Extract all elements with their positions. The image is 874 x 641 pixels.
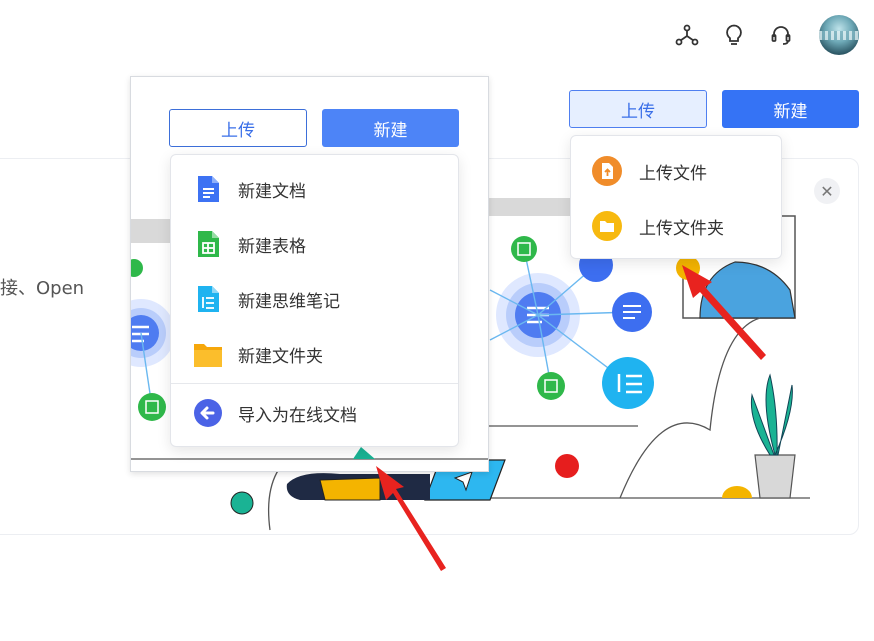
menu-item-new-sheet[interactable]: 新建表格: [171, 221, 458, 267]
menu-item-label: 上传文件: [639, 163, 707, 184]
zoom-new-button[interactable]: 新建: [322, 109, 459, 147]
menu-item-upload-folder[interactable]: 上传文件夹: [571, 203, 781, 249]
menu-item-label: 上传文件夹: [639, 218, 724, 239]
menu-item-new-folder[interactable]: 新建文件夹: [171, 331, 458, 377]
upload-folder-icon: [592, 211, 622, 241]
import-icon: [194, 399, 222, 427]
menu-item-import[interactable]: 导入为在线文档: [171, 390, 458, 436]
new-menu: 新建文档 新建表格 新建思维笔记 新建文件夹 导入为在线文档: [170, 154, 459, 447]
menu-item-label: 新建文件夹: [238, 346, 323, 367]
zoom-upload-button[interactable]: 上传: [169, 109, 307, 147]
menu-item-new-mindnote[interactable]: 新建思维笔记: [171, 276, 458, 322]
folder-icon: [194, 344, 222, 367]
menu-item-upload-file[interactable]: 上传文件: [571, 148, 781, 194]
upload-menu: 上传文件 上传文件夹: [570, 135, 782, 259]
menu-item-label: 新建思维笔记: [238, 291, 340, 312]
menu-divider: [171, 383, 458, 384]
menu-item-label: 导入为在线文档: [238, 405, 357, 426]
sheet-icon: [198, 231, 219, 257]
menu-item-label: 新建文档: [238, 181, 306, 202]
upload-file-icon: [592, 156, 622, 186]
doc-icon: [198, 176, 219, 202]
menu-item-label: 新建表格: [238, 236, 306, 257]
menu-item-new-doc[interactable]: 新建文档: [171, 166, 458, 212]
mindnote-icon: [198, 286, 219, 312]
